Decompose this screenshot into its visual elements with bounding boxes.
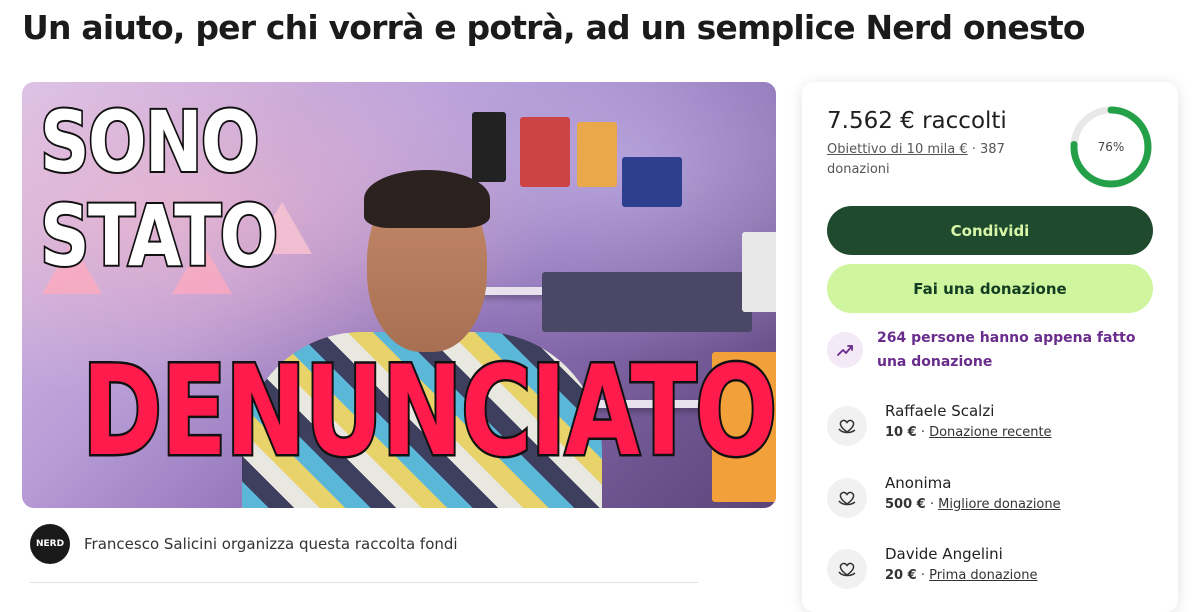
game-box bbox=[622, 157, 682, 207]
hero-caption-line-1: SONO bbox=[38, 93, 261, 191]
donor-meta: 20 € · Prima donazione bbox=[885, 565, 1037, 587]
donor-separator: · bbox=[920, 425, 925, 440]
hero-caption-line-3: DENUNCIATO bbox=[80, 340, 776, 484]
share-button[interactable]: Condividi bbox=[827, 206, 1153, 255]
donor-meta: 10 € · Donazione recente bbox=[885, 422, 1052, 444]
donor-item: Anonima 500 € · Migliore donazione bbox=[827, 472, 1061, 518]
figurine bbox=[577, 122, 617, 187]
donor-name: Raffaele Scalzi bbox=[885, 402, 995, 420]
donor-tag[interactable]: Prima donazione bbox=[929, 568, 1037, 583]
donor-separator: · bbox=[929, 497, 934, 512]
donor-item: Davide Angelini 20 € · Prima donazione bbox=[827, 543, 1037, 589]
heart-hand-icon bbox=[827, 406, 867, 446]
donor-separator: · bbox=[920, 568, 925, 583]
goal-link[interactable]: Obiettivo di 10 mila € bbox=[827, 142, 968, 157]
donor-tag[interactable]: Migliore donazione bbox=[938, 497, 1060, 512]
recent-activity: 264 persone hanno appena fatto una donaz… bbox=[827, 326, 1147, 374]
progress-percent: 76% bbox=[1097, 140, 1125, 154]
donor-name: Davide Angelini bbox=[885, 545, 1003, 563]
hero-caption-line-2: STATO bbox=[38, 187, 279, 285]
organizer-row: NERD Francesco Salicini organizza questa… bbox=[30, 524, 458, 564]
recent-activity-text[interactable]: 264 persone hanno appena fatto una donaz… bbox=[877, 326, 1147, 374]
goal-info: Obiettivo di 10 mila € · 387 donazioni bbox=[827, 140, 1052, 180]
heart-hand-icon bbox=[827, 549, 867, 589]
campaign-hero-image[interactable]: SONO STATO DENUNCIATO bbox=[22, 82, 776, 508]
organizer-avatar[interactable]: NERD bbox=[30, 524, 70, 564]
donations-label: donazioni bbox=[827, 162, 890, 177]
divider bbox=[30, 582, 698, 583]
organizer-avatar-text: NERD bbox=[35, 539, 65, 549]
goal-separator: · bbox=[971, 142, 976, 157]
nerd-sign bbox=[742, 232, 776, 312]
donor-amount: 500 € bbox=[885, 497, 926, 512]
donor-amount: 10 € bbox=[885, 425, 917, 440]
donate-button[interactable]: Fai una donazione bbox=[827, 264, 1153, 313]
donor-item: Raffaele Scalzi 10 € · Donazione recente bbox=[827, 400, 1052, 446]
donor-amount: 20 € bbox=[885, 568, 917, 583]
donor-name: Anonima bbox=[885, 474, 952, 492]
amount-raised: 7.562 € raccolti bbox=[827, 108, 1007, 134]
game-collection bbox=[542, 272, 752, 332]
person-hair bbox=[364, 170, 490, 228]
donation-card: 7.562 € raccolti Obiettivo di 10 mila € … bbox=[802, 82, 1178, 612]
donor-meta: 500 € · Migliore donazione bbox=[885, 494, 1061, 516]
trending-up-icon bbox=[827, 332, 863, 368]
page-title: Un aiuto, per chi vorrà e potrà, ad un s… bbox=[22, 8, 1086, 47]
heart-hand-icon bbox=[827, 478, 867, 518]
organizer-text: Francesco Salicini organizza questa racc… bbox=[84, 535, 458, 553]
donations-count: 387 bbox=[980, 142, 1005, 157]
figurine bbox=[472, 112, 506, 182]
figurine bbox=[520, 117, 570, 187]
donor-tag[interactable]: Donazione recente bbox=[929, 425, 1051, 440]
